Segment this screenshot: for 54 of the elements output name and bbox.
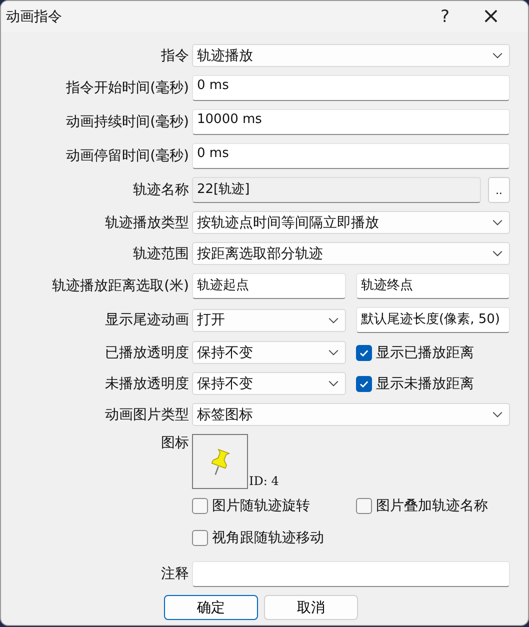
- field-label: 动画停留时间(毫秒): [66, 148, 189, 164]
- field-label: 未播放透明度: [105, 376, 189, 392]
- checkbox[interactable]: [192, 498, 208, 514]
- checkbox-label: 显示已播放距离: [376, 344, 474, 362]
- checkbox-label: 显示未播放距离: [376, 374, 474, 392]
- dropdown[interactable]: 保持不变: [192, 341, 346, 364]
- field-label: 显示尾迹动画: [105, 312, 189, 328]
- field-label: 指令: [161, 48, 189, 64]
- field-label: 已播放透明度: [105, 344, 189, 360]
- readonly-field[interactable]: 22[轨迹]: [192, 177, 481, 203]
- chevron-down-icon: [492, 219, 503, 226]
- dropdown[interactable]: 轨迹播放: [192, 44, 510, 67]
- field-label: 指令开始时间(毫秒): [66, 80, 189, 96]
- text-field[interactable]: 轨迹起点: [192, 273, 346, 299]
- field-label: 注释: [161, 566, 189, 582]
- browse-button[interactable]: ..: [488, 177, 510, 203]
- dropdown[interactable]: 保持不变: [192, 372, 346, 395]
- checkbox[interactable]: [356, 376, 372, 392]
- dropdown[interactable]: 按轨迹点时间等间隔立即播放: [192, 211, 510, 234]
- icon-preview[interactable]: [192, 434, 248, 489]
- field-label: 动画图片类型: [105, 406, 189, 422]
- field-label: 图标: [161, 435, 189, 451]
- icon-id: ID: 4: [249, 474, 279, 488]
- window-title: 动画指令: [6, 8, 62, 26]
- text-field[interactable]: 默认尾迹长度(像素, 50): [356, 307, 510, 333]
- checkbox[interactable]: [356, 344, 372, 360]
- chevron-down-icon: [328, 380, 339, 387]
- text-field[interactable]: 0 ms: [192, 143, 510, 169]
- field-label: 轨迹播放距离选取(米): [52, 278, 189, 294]
- ok-button[interactable]: 确定: [164, 595, 258, 620]
- chevron-down-icon: [492, 250, 503, 257]
- checkbox-label: 图片叠加轨迹名称: [376, 497, 488, 515]
- cancel-button[interactable]: 取消: [264, 595, 358, 620]
- text-field[interactable]: 轨迹终点: [356, 273, 510, 299]
- text-field[interactable]: 0 ms: [192, 75, 510, 101]
- chevron-down-icon: [492, 411, 503, 418]
- close-button[interactable]: ×: [468, 1, 514, 32]
- field-label: 轨迹播放类型: [105, 214, 189, 230]
- field-label: 轨迹范围: [133, 246, 189, 262]
- checkbox[interactable]: [356, 498, 372, 514]
- field-label: 动画持续时间(毫秒): [66, 114, 189, 130]
- checkbox-label: 图片随轨迹旋转: [212, 497, 310, 515]
- dropdown[interactable]: 打开: [192, 308, 346, 332]
- checkbox[interactable]: [192, 530, 208, 546]
- text-field[interactable]: 10000 ms: [192, 109, 510, 135]
- help-button[interactable]: ?: [422, 1, 468, 32]
- chevron-down-icon: [328, 349, 339, 356]
- dropdown[interactable]: 标签图标: [192, 403, 510, 426]
- text-field[interactable]: [192, 561, 510, 587]
- checkbox-label: 视角跟随轨迹移动: [212, 529, 324, 547]
- field-label: 轨迹名称: [133, 182, 189, 198]
- chevron-down-icon: [492, 52, 503, 59]
- dropdown[interactable]: 按距离选取部分轨迹: [192, 242, 510, 265]
- chevron-down-icon: [328, 316, 339, 324]
